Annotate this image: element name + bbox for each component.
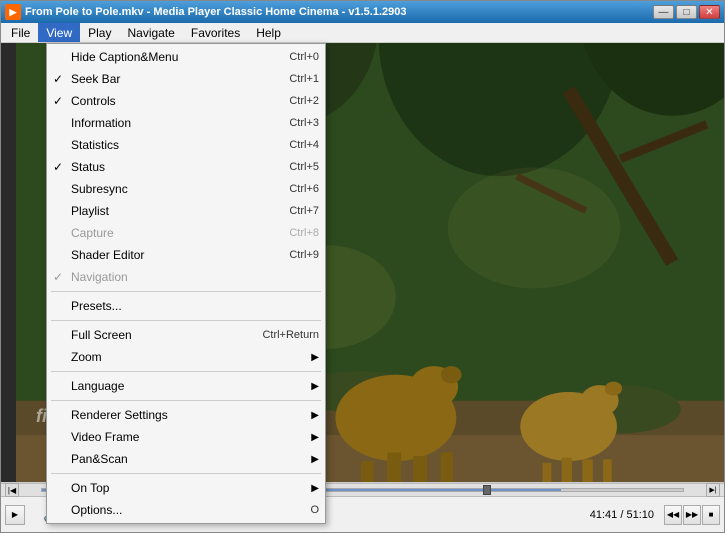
maximize-button[interactable]: □ xyxy=(676,5,697,19)
menu-separator-16 xyxy=(51,371,321,372)
menu-item-label: Capture xyxy=(71,226,281,240)
menu-separator-13 xyxy=(51,320,321,321)
minimize-button[interactable]: — xyxy=(653,5,674,19)
checkmark-icon: ✓ xyxy=(53,94,63,108)
menu-favorites[interactable]: Favorites xyxy=(183,23,248,42)
rewind-button[interactable]: ◀◀ xyxy=(664,505,682,525)
title-bar-buttons: — □ ✕ xyxy=(653,5,720,19)
menu-shortcut: Ctrl+3 xyxy=(289,117,319,129)
menu-row-options---[interactable]: Options... O xyxy=(47,499,325,521)
menu-row-subresync[interactable]: Subresync Ctrl+6 xyxy=(47,178,325,200)
menu-item-label: Pan&Scan xyxy=(71,452,307,466)
menu-row-playlist[interactable]: Playlist Ctrl+7 xyxy=(47,200,325,222)
submenu-arrow-icon: ▶ xyxy=(311,352,319,363)
prev-button[interactable]: |◀ xyxy=(5,483,19,497)
menu-row-zoom[interactable]: Zoom ▶ xyxy=(47,346,325,368)
menu-item-label: Zoom xyxy=(71,350,307,364)
menu-row-presets---[interactable]: Presets... xyxy=(47,295,325,317)
menu-item-label: Hide Caption&Menu xyxy=(71,50,281,64)
menu-separator-22 xyxy=(51,473,321,474)
submenu-arrow-icon: ▶ xyxy=(311,432,319,443)
forward-button[interactable]: ▶▶ xyxy=(683,505,701,525)
title-bar: ▶ From Pole to Pole.mkv - Media Player C… xyxy=(1,1,724,23)
menu-shortcut: Ctrl+7 xyxy=(289,205,319,217)
menu-row-on-top[interactable]: On Top ▶ xyxy=(47,477,325,499)
menu-separator-18 xyxy=(51,400,321,401)
menu-row-information[interactable]: Information Ctrl+3 xyxy=(47,112,325,134)
menu-row-status[interactable]: ✓ Status Ctrl+5 xyxy=(47,156,325,178)
menu-row-statistics[interactable]: Statistics Ctrl+4 xyxy=(47,134,325,156)
menu-item-label: Shader Editor xyxy=(71,248,281,262)
menu-row-navigation: ✓ Navigation xyxy=(47,266,325,288)
menu-row-capture: Capture Ctrl+8 xyxy=(47,222,325,244)
menu-row-pan-scan[interactable]: Pan&Scan ▶ xyxy=(47,448,325,470)
menu-row-hide-caption-menu[interactable]: Hide Caption&Menu Ctrl+0 xyxy=(47,46,325,68)
menu-row-video-frame[interactable]: Video Frame ▶ xyxy=(47,426,325,448)
seek-handle[interactable] xyxy=(483,485,491,495)
main-window: ▶ From Pole to Pole.mkv - Media Player C… xyxy=(0,0,725,533)
menu-navigate[interactable]: Navigate xyxy=(119,23,182,42)
menu-item-label: Language xyxy=(71,379,307,393)
submenu-arrow-icon: ▶ xyxy=(311,381,319,392)
menu-shortcut: Ctrl+1 xyxy=(289,73,319,85)
title-bar-text: From Pole to Pole.mkv - Media Player Cla… xyxy=(25,6,649,18)
checkmark-icon: ✓ xyxy=(53,160,63,174)
menu-shortcut: Ctrl+6 xyxy=(289,183,319,195)
menu-item-label: Options... xyxy=(71,503,302,517)
view-dropdown-menu: Hide Caption&Menu Ctrl+0 ✓ Seek Bar Ctrl+1 ✓ C… xyxy=(46,43,326,524)
checkmark-icon: ✓ xyxy=(53,72,63,86)
sidebar xyxy=(1,43,16,482)
menu-item-label: Presets... xyxy=(71,299,319,313)
menu-item-label: Renderer Settings xyxy=(71,408,307,422)
menu-row-full-screen[interactable]: Full Screen Ctrl+Return xyxy=(47,324,325,346)
menu-item-label: Playlist xyxy=(71,204,281,218)
menu-shortcut: O xyxy=(310,504,319,516)
menu-shortcut: Ctrl+2 xyxy=(289,95,319,107)
menu-shortcut: Ctrl+0 xyxy=(289,51,319,63)
menu-item-label: Navigation xyxy=(71,270,319,284)
menu-separator-11 xyxy=(51,291,321,292)
menu-file[interactable]: File xyxy=(3,23,38,42)
menu-shortcut: Ctrl+9 xyxy=(289,249,319,261)
menu-row-controls[interactable]: ✓ Controls Ctrl+2 xyxy=(47,90,325,112)
next-button[interactable]: ▶| xyxy=(706,483,720,497)
checkmark-icon: ✓ xyxy=(53,270,63,284)
menu-play[interactable]: Play xyxy=(80,23,119,42)
play-button[interactable]: ▶ xyxy=(5,505,25,525)
menu-shortcut: Ctrl+Return xyxy=(262,329,319,341)
submenu-arrow-icon: ▶ xyxy=(311,410,319,421)
submenu-arrow-icon: ▶ xyxy=(311,483,319,494)
menu-shortcut: Ctrl+4 xyxy=(289,139,319,151)
menu-help[interactable]: Help xyxy=(248,23,289,42)
submenu-arrow-icon: ▶ xyxy=(311,454,319,465)
menu-item-label: Statistics xyxy=(71,138,281,152)
menu-view[interactable]: View xyxy=(38,23,80,42)
menu-shortcut: Ctrl+8 xyxy=(289,227,319,239)
menu-item-label: On Top xyxy=(71,481,307,495)
menu-row-renderer-settings[interactable]: Renderer Settings ▶ xyxy=(47,404,325,426)
menu-row-seek-bar[interactable]: ✓ Seek Bar Ctrl+1 xyxy=(47,68,325,90)
app-icon: ▶ xyxy=(5,4,21,20)
menu-item-label: Information xyxy=(71,116,281,130)
menu-row-language[interactable]: Language ▶ xyxy=(47,375,325,397)
menu-item-label: Controls xyxy=(71,94,281,108)
menu-item-label: Full Screen xyxy=(71,328,254,342)
menu-bar: File View Play Navigate Favorites Help xyxy=(1,23,724,43)
menu-item-label: Video Frame xyxy=(71,430,307,444)
menu-item-label: Status xyxy=(71,160,281,174)
menu-row-shader-editor[interactable]: Shader Editor Ctrl+9 xyxy=(47,244,325,266)
menu-item-label: Subresync xyxy=(71,182,281,196)
close-button[interactable]: ✕ xyxy=(699,5,720,19)
stop-button[interactable]: ■ xyxy=(702,505,720,525)
time-display: 41:41 / 51:10 xyxy=(590,509,658,521)
menu-item-label: Seek Bar xyxy=(71,72,281,86)
menu-shortcut: Ctrl+5 xyxy=(289,161,319,173)
